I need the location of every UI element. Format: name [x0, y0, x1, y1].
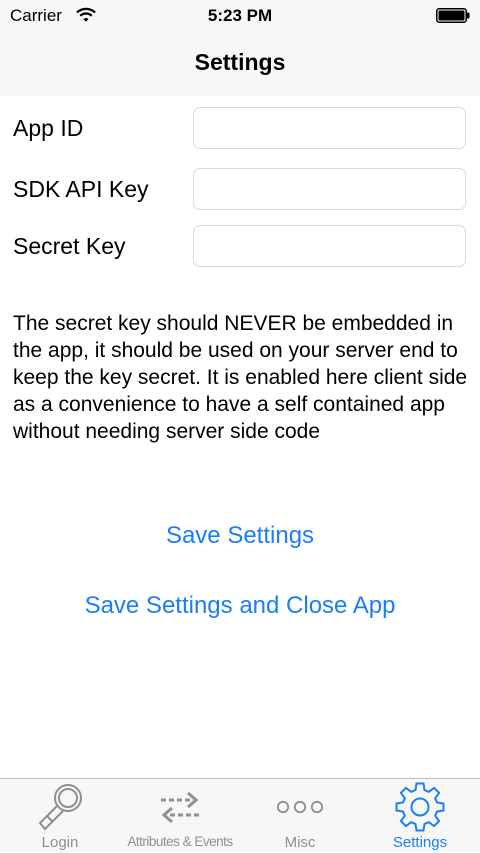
app-id-label: App ID: [13, 115, 84, 141]
tab-settings[interactable]: Settings: [360, 779, 480, 853]
battery-icon: [436, 8, 470, 23]
sdk-api-key-label: SDK API Key: [13, 176, 149, 202]
status-bar: Carrier 5:23 PM: [0, 0, 480, 32]
secret-key-warning: The secret key should NEVER be embedded …: [13, 312, 468, 443]
tab-settings-label: Settings: [392, 834, 448, 851]
secret-key-label: Secret Key: [13, 233, 126, 259]
tab-bar: Login Attributes & Events Misc Settings: [0, 778, 480, 852]
navigation-bar: Settings: [0, 32, 480, 96]
swap-arrows-icon: [120, 781, 240, 833]
save-settings-button[interactable]: Save Settings: [0, 522, 480, 550]
clock: 5:23 PM: [207, 6, 273, 25]
key-icon: [0, 781, 120, 833]
gear-icon: [360, 781, 480, 833]
tab-login[interactable]: Login: [0, 779, 120, 853]
app-id-field[interactable]: [193, 107, 466, 149]
secret-key-field[interactable]: [193, 225, 466, 267]
tab-misc[interactable]: Misc: [240, 779, 360, 853]
sdk-api-key-field[interactable]: [193, 168, 466, 210]
more-dots-icon: [240, 781, 360, 833]
tab-misc-label: Misc: [284, 834, 316, 851]
tab-attributes-events[interactable]: Attributes & Events: [120, 779, 240, 853]
tab-login-label: Login: [41, 834, 79, 851]
save-and-close-button[interactable]: Save Settings and Close App: [0, 592, 480, 620]
tab-attributes-events-label: Attributes & Events: [127, 834, 233, 849]
page-title: Settings: [194, 49, 286, 75]
